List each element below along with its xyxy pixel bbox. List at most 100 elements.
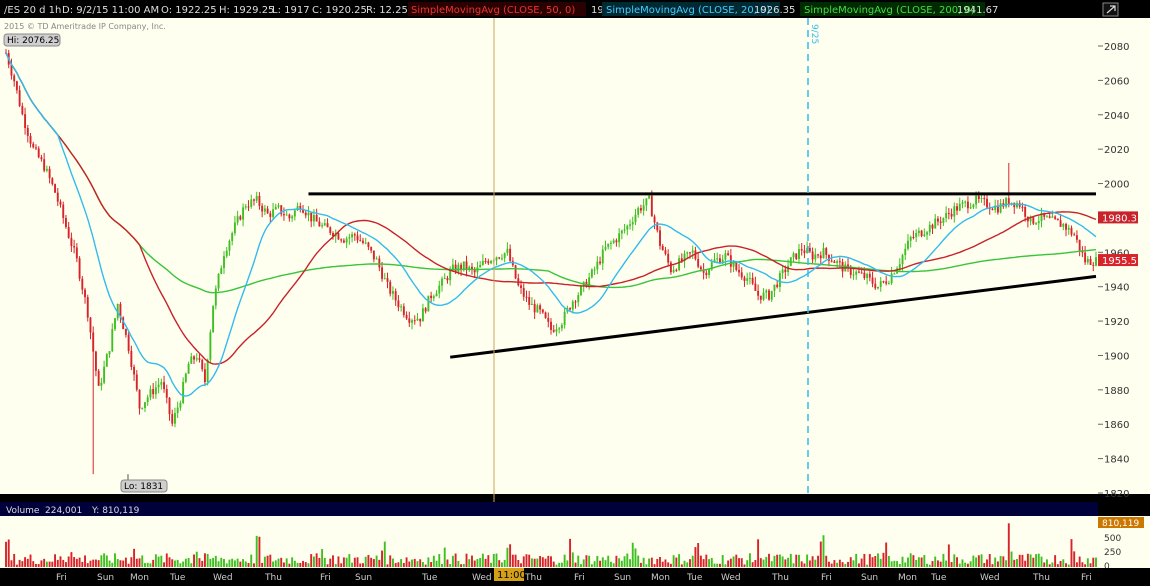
volume-bar [694, 547, 697, 567]
candle-body [1024, 207, 1027, 217]
volume-bar [727, 560, 730, 567]
candle-body [784, 269, 787, 273]
volume-bar [969, 561, 972, 567]
volume-bar [945, 560, 948, 567]
candle-body [533, 303, 536, 313]
day-label: Sun [97, 573, 114, 583]
candle-body [168, 397, 171, 415]
candle-body [615, 240, 618, 243]
volume-bar [746, 560, 749, 567]
volume-bar [691, 555, 694, 567]
candle-body [975, 195, 978, 205]
candle-body [367, 242, 370, 247]
candle-body [378, 258, 381, 268]
candle-body [144, 402, 146, 408]
volume-bar [770, 561, 773, 567]
volume-bar [263, 556, 266, 567]
volume-tag-label: 810,119 [1102, 519, 1139, 529]
candle-body [778, 273, 781, 288]
high-label: H: 1929.25 [219, 5, 274, 16]
day-label: Sun [614, 573, 631, 583]
candle-body [1070, 227, 1073, 235]
candle-body [195, 358, 198, 360]
candle-body [980, 198, 983, 200]
candle-body [220, 268, 223, 274]
volume-bar [1045, 559, 1048, 567]
volume-tick-label: 250 [1104, 548, 1121, 558]
volume-bar [836, 562, 839, 567]
volume-bar [487, 555, 490, 567]
volume-bar [427, 557, 430, 567]
candle-body [536, 305, 539, 313]
candle-body [84, 289, 86, 298]
volume-bar [569, 538, 572, 567]
volume-bar [7, 539, 10, 567]
candle-body [411, 320, 413, 323]
candle-body [105, 354, 108, 367]
volume-bar [956, 557, 958, 567]
volume-bar [822, 535, 825, 567]
maximize-icon[interactable] [1102, 2, 1119, 17]
candle-body [187, 363, 190, 374]
volume-bar [293, 560, 296, 567]
volume-bar [334, 564, 337, 567]
volume-bar [454, 553, 457, 567]
volume-bar [122, 560, 125, 567]
volume-bar [460, 564, 463, 567]
day-label: Wed [472, 573, 492, 583]
candle-body [277, 205, 280, 207]
candle-body [686, 252, 689, 254]
volume-bar [498, 560, 501, 567]
volume-bar [585, 555, 588, 567]
volume-bar [732, 556, 735, 567]
volume-bar [520, 563, 522, 567]
candle-body [193, 356, 195, 360]
candle-body [35, 147, 37, 149]
volume-bar [999, 555, 1002, 567]
volume-bar [1037, 553, 1040, 567]
candle-body [953, 206, 956, 217]
volume-bar [484, 558, 487, 567]
candle-body [563, 311, 566, 325]
candle-body [691, 250, 694, 253]
volume-bar [795, 554, 798, 567]
volume-bar [844, 563, 847, 567]
volume-bar [1043, 562, 1046, 567]
candle-body [735, 262, 738, 270]
volume-bar [375, 555, 378, 567]
volume-bar [931, 561, 934, 567]
candle-body [152, 389, 155, 395]
price-tick-label: 1900 [1104, 351, 1129, 362]
volume-bar [710, 557, 713, 567]
candle-body [487, 261, 490, 264]
volume-bar [683, 560, 686, 567]
volume-bar [182, 561, 185, 567]
volume-bar [329, 558, 332, 567]
volume-bar [89, 560, 92, 567]
volume-bar [953, 554, 956, 567]
candle-body [1054, 216, 1057, 219]
sma200-legend: SimpleMovingAvg (CLOSE, 200, 0) [804, 5, 975, 16]
volume-bar [656, 558, 659, 567]
day-label: Fri [574, 573, 585, 583]
candle-body [525, 296, 528, 298]
volume-bar [958, 563, 961, 567]
candle-body [500, 258, 503, 260]
volume-bar [195, 551, 198, 567]
volume-bar [1081, 562, 1084, 567]
volume-bar [1007, 523, 1010, 567]
volume-bar [190, 563, 193, 567]
candle-body [1051, 216, 1054, 218]
volume-bar [75, 558, 78, 567]
candle-body [645, 198, 648, 206]
candle-body [397, 300, 400, 308]
candle-body [746, 278, 749, 281]
candle-body [130, 350, 133, 367]
day-label: Thu [1032, 573, 1050, 583]
candle-body [547, 317, 550, 322]
candle-body [353, 234, 356, 236]
volume-bar [130, 557, 133, 567]
volume-bar [819, 541, 822, 567]
candle-body [15, 81, 18, 91]
candle-body [214, 288, 217, 306]
